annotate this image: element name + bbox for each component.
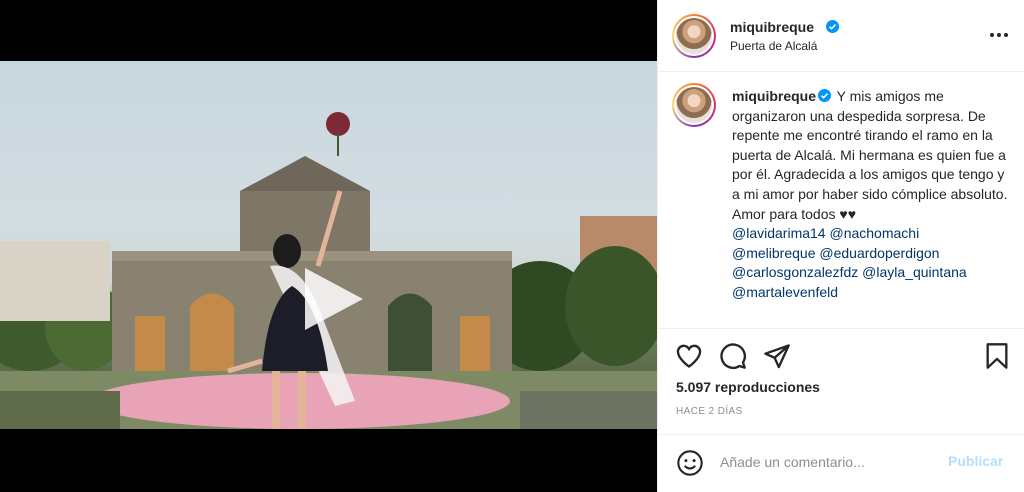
more-options-icon[interactable] xyxy=(988,24,1010,46)
post-actions: 5.097 reproducciones HACE 2 DÍAS xyxy=(658,330,1024,440)
play-icon[interactable] xyxy=(297,264,367,334)
avatar[interactable] xyxy=(672,14,716,58)
post-caption: miquibreque Y mis amigos me organizaron … xyxy=(732,87,1012,303)
publish-button[interactable]: Publicar xyxy=(948,453,1003,469)
header-username[interactable]: miquibreque xyxy=(730,19,814,35)
mention-link[interactable]: @martalevenfeld xyxy=(732,284,838,300)
caption-section: miquibreque Y mis amigos me organizaron … xyxy=(658,73,1024,329)
bookmark-icon[interactable] xyxy=(983,342,1011,370)
location-link[interactable]: Puerta de Alcalá xyxy=(730,39,817,53)
profile-picture xyxy=(676,18,712,54)
verified-badge-icon xyxy=(826,20,839,33)
mention-link[interactable]: @melibreque xyxy=(732,245,815,261)
comment-input[interactable] xyxy=(720,452,940,472)
mention-link[interactable]: @carlosgonzalezfdz xyxy=(732,264,858,280)
profile-picture xyxy=(676,87,712,123)
post-side-panel: miquibreque Puerta de Alcalá miquibreque… xyxy=(657,0,1024,492)
caption-text: Y mis amigos me organizaron una despedid… xyxy=(732,88,1008,222)
caption-username[interactable]: miquibreque xyxy=(732,88,816,104)
mention-link[interactable]: @eduardoperdigon xyxy=(819,245,939,261)
paper-plane-icon[interactable] xyxy=(763,342,791,370)
mention-link[interactable]: @layla_quintana xyxy=(862,264,967,280)
verified-badge-icon xyxy=(818,89,832,102)
video-frame-puerta-de-alcala xyxy=(0,112,657,429)
media-pane xyxy=(0,0,657,492)
add-comment-bar: Publicar xyxy=(658,434,1024,492)
post-timestamp[interactable]: HACE 2 DÍAS xyxy=(676,406,743,417)
post-header: miquibreque Puerta de Alcalá xyxy=(658,0,1024,72)
mention-link[interactable]: @lavidarima14 xyxy=(732,225,826,241)
heart-icon[interactable] xyxy=(675,342,703,370)
view-count[interactable]: 5.097 reproducciones xyxy=(676,379,820,395)
smiley-icon[interactable] xyxy=(676,449,704,477)
mention-link[interactable]: @nachomachi xyxy=(829,225,919,241)
video-player[interactable] xyxy=(0,61,657,429)
comment-bubble-icon[interactable] xyxy=(719,342,747,370)
caption-avatar[interactable] xyxy=(672,83,716,127)
